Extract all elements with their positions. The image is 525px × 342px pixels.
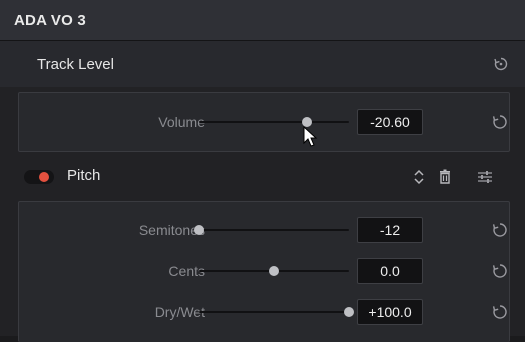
pitch-enable-toggle[interactable] <box>24 170 54 184</box>
clip-header: ADA VO 3 <box>0 0 525 41</box>
drywet-row: Dry/Wet +100.0 <box>19 297 509 327</box>
audio-effects-panel: ADA VO 3 Track Level Volume -20.60 Pitch <box>0 0 525 342</box>
semitones-slider-knob[interactable] <box>194 225 204 235</box>
semitones-row: Semitones -12 <box>19 215 509 245</box>
volume-reset-icon[interactable] <box>491 113 509 131</box>
volume-label: Volume <box>158 114 205 130</box>
pitch-section: Pitch <box>0 154 525 200</box>
cents-row: Cents 0.0 <box>19 256 509 286</box>
track-level-section[interactable]: Track Level <box>0 41 525 87</box>
cents-value-field[interactable]: 0.0 <box>357 258 423 284</box>
volume-slider[interactable] <box>199 117 349 127</box>
drywet-value-field[interactable]: +100.0 <box>357 299 423 325</box>
cents-reset-icon[interactable] <box>491 262 509 280</box>
volume-group: Volume -20.60 <box>18 92 510 152</box>
semitones-slider[interactable] <box>194 225 349 235</box>
semitones-value-field[interactable]: -12 <box>357 217 423 243</box>
track-level-label: Track Level <box>37 55 114 73</box>
up-down-chevron-icon[interactable] <box>410 168 428 186</box>
clip-title: ADA VO 3 <box>14 11 86 29</box>
mouse-cursor-icon <box>303 126 318 147</box>
drywet-label: Dry/Wet <box>154 304 205 320</box>
volume-row: Volume -20.60 <box>19 107 509 137</box>
pitch-group: Semitones -12 Cents 0.0 Dry/Wet +100.0 <box>18 201 510 342</box>
sliders-icon[interactable] <box>476 168 494 186</box>
drywet-slider[interactable] <box>199 307 354 317</box>
trash-icon[interactable] <box>436 168 454 186</box>
cents-slider-knob[interactable] <box>269 266 279 276</box>
drywet-reset-icon[interactable] <box>491 303 509 321</box>
cents-slider[interactable] <box>199 266 349 276</box>
pitch-label: Pitch <box>67 167 101 184</box>
toggle-indicator <box>39 172 49 182</box>
volume-value-field[interactable]: -20.60 <box>357 109 423 135</box>
semitones-reset-icon[interactable] <box>491 221 509 239</box>
reset-icon[interactable] <box>493 56 509 72</box>
drywet-slider-knob[interactable] <box>344 307 354 317</box>
